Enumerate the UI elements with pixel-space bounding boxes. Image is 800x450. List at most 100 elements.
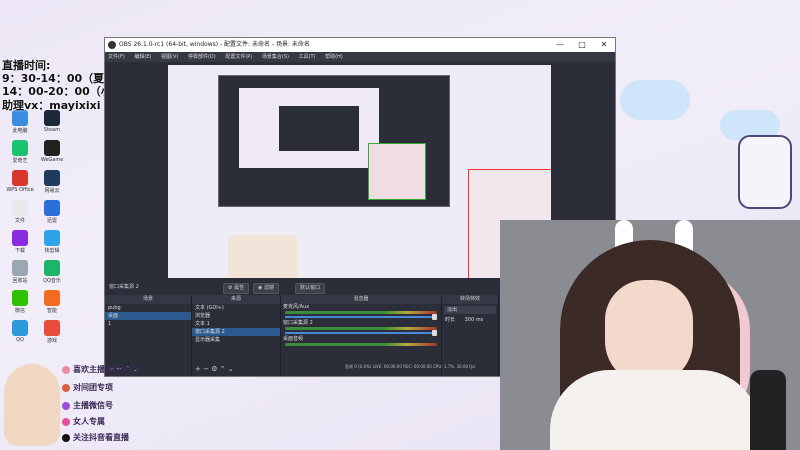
audio-meter xyxy=(285,327,437,330)
desktop-icon-label: 迅雷 xyxy=(46,218,57,224)
desktop-icon[interactable]: 文件 xyxy=(2,200,38,224)
volume-slider[interactable] xyxy=(285,330,437,336)
menu-edit[interactable]: 编辑(E) xyxy=(134,54,151,60)
desktop-icon-label: 文件 xyxy=(14,218,25,224)
promo-line: 女人专属 xyxy=(62,416,105,427)
douyin-icon xyxy=(62,433,70,442)
app-icon xyxy=(44,200,60,216)
desktop-icon[interactable]: QQ音乐 xyxy=(34,260,70,284)
move-down-icon[interactable]: ⌄ xyxy=(228,365,234,373)
audio-meter xyxy=(285,311,437,314)
desktop-icon[interactable]: 此电脑 xyxy=(2,110,38,134)
audio-meter xyxy=(285,343,437,346)
desktop-icon-label: QQ xyxy=(16,337,24,343)
transitions-header: 转场特效 xyxy=(442,295,498,304)
menu-scene-collection[interactable]: 场景集合(S) xyxy=(262,54,289,60)
app-icon xyxy=(44,140,60,156)
source-item[interactable]: 窗口采集源 2 xyxy=(192,328,280,336)
desktop-icon[interactable]: 回收站 xyxy=(2,260,38,284)
source-settings-icon[interactable]: ⚙ xyxy=(211,365,217,373)
app-icon xyxy=(12,290,28,306)
maximize-icon[interactable]: □ xyxy=(571,38,593,52)
obs-source-toolbar: 窗口采集源 2 ⚙ 属性 ◉ 滤镜 默认窗口 xyxy=(105,282,497,294)
desktop-icon[interactable]: 游戏 xyxy=(34,320,70,344)
menu-file[interactable]: 文件(F) xyxy=(108,54,125,60)
desktop-icon[interactable]: 迅雷 xyxy=(34,200,70,224)
desktop-icon-label: 回收站 xyxy=(12,278,28,284)
mixer-channel-name: 麦克风/Aux xyxy=(283,304,310,310)
desktop-icon[interactable]: WeGame xyxy=(34,140,70,163)
desktop-icon[interactable]: 爱奇艺 xyxy=(2,140,38,164)
desktop-icon[interactable]: QQ xyxy=(2,320,38,343)
mixer-channel-name: 窗口采集源 2 xyxy=(283,320,313,326)
promo-line: 对间团专项 xyxy=(62,382,113,393)
nested-webcam-small xyxy=(368,143,426,200)
app-icon xyxy=(12,320,28,336)
desktop-icon-label: 爱奇艺 xyxy=(12,158,28,164)
sources-dock: 来源 文本 (GDI+) 浏览器 文本 1 窗口采集源 2 显示器采集 + − … xyxy=(192,295,281,376)
obs-preview-canvas[interactable] xyxy=(168,65,551,278)
desktop-icon[interactable]: 快剪辑 xyxy=(34,230,70,254)
transition-duration[interactable]: 时长 300 ms xyxy=(442,316,498,324)
obs-titlebar[interactable]: OBS 26.1.0-rc1 (64-bit, windows) - 配置文件:… xyxy=(105,38,615,52)
menu-help[interactable]: 帮助(H) xyxy=(325,54,343,60)
mixer-channel-name: 桌面音频 xyxy=(283,336,304,342)
selected-source-label: 窗口采集源 2 xyxy=(109,284,139,290)
scenes-header: 场景 xyxy=(105,295,191,304)
menu-tools[interactable]: 工具(T) xyxy=(299,54,316,60)
desktop-icon[interactable]: 下载 xyxy=(2,230,38,254)
app-icon xyxy=(12,140,28,156)
desktop-icon-label: 智能 xyxy=(46,308,57,314)
scene-item[interactable]: 1 xyxy=(105,320,191,328)
promo-sticker: 喜欢主播来点关注 对间团专项 主播微信号 女人专属 关注抖音看直播 xyxy=(0,358,200,450)
desktop-icon[interactable]: Steam xyxy=(34,110,70,133)
promo-line: 喜欢主播来点关注 xyxy=(62,364,137,375)
desktop-icon-label: 网易云 xyxy=(44,188,60,194)
mixer-header: 混音器 xyxy=(281,295,441,304)
anime-girl-sticker xyxy=(4,364,60,446)
desktop-icon[interactable]: 微信 xyxy=(2,290,38,314)
filters-button[interactable]: ◉ 滤镜 xyxy=(253,283,279,294)
wallpaper-character xyxy=(738,135,792,209)
close-icon[interactable]: ✕ xyxy=(593,38,615,52)
move-up-icon[interactable]: ⌃ xyxy=(220,365,226,373)
desktop-icon[interactable]: 网易云 xyxy=(34,170,70,194)
app-icon xyxy=(44,290,60,306)
source-controls: + − ⚙ ⌃ ⌄ xyxy=(195,365,234,373)
scene-item[interactable]: 桌面 xyxy=(105,312,191,320)
source-item[interactable]: 文本 1 xyxy=(192,320,280,328)
properties-button[interactable]: ⚙ 属性 xyxy=(223,283,250,294)
desktop-icon-label: QQ音乐 xyxy=(43,278,61,284)
obs-status-bar: 丢帧 0 (0.0%) LIVE: 00:00:00 REC: 00:00:00… xyxy=(345,364,476,369)
menu-profile[interactable]: 配置文件(P) xyxy=(225,54,252,60)
transition-type[interactable]: 淡出 xyxy=(444,306,496,314)
menu-docks[interactable]: 停靠部件(D) xyxy=(188,54,216,60)
minimize-icon[interactable]: — xyxy=(549,38,571,52)
remove-source-icon[interactable]: − xyxy=(203,365,209,373)
volume-slider[interactable] xyxy=(285,314,437,320)
scene-item[interactable]: pubg xyxy=(105,304,191,312)
streamer-shirt xyxy=(550,370,760,450)
desktop-icon-label: Steam xyxy=(43,127,61,133)
app-icon xyxy=(44,170,60,186)
sources-header: 来源 xyxy=(192,295,280,304)
source-item[interactable]: 显示器采集 xyxy=(192,336,280,344)
menu-view[interactable]: 视图(V) xyxy=(161,54,178,60)
obs-logo-icon xyxy=(108,41,116,49)
default-window-button[interactable]: 默认窗口 xyxy=(295,283,326,294)
app-icon xyxy=(12,260,28,276)
desktop-icon-label: 此电脑 xyxy=(12,128,28,134)
promo-line: 主播微信号 xyxy=(62,400,113,411)
obs-title-text: OBS 26.1.0-rc1 (64-bit, windows) - 配置文件:… xyxy=(119,41,310,48)
source-item[interactable]: 浏览器 xyxy=(192,312,280,320)
app-icon xyxy=(44,230,60,246)
desktop-icon-label: WeGame xyxy=(40,157,64,163)
fire-icon xyxy=(62,383,70,392)
desktop-icon-label: WPS Office xyxy=(6,187,34,193)
desktop-icon-label: 游戏 xyxy=(46,338,57,344)
desktop-icon[interactable]: WPS Office xyxy=(2,170,38,193)
star-icon xyxy=(62,401,70,410)
source-item[interactable]: 文本 (GDI+) xyxy=(192,304,280,312)
desktop-icon[interactable]: 智能 xyxy=(34,290,70,314)
promo-line: 关注抖音看直播 xyxy=(62,432,129,443)
